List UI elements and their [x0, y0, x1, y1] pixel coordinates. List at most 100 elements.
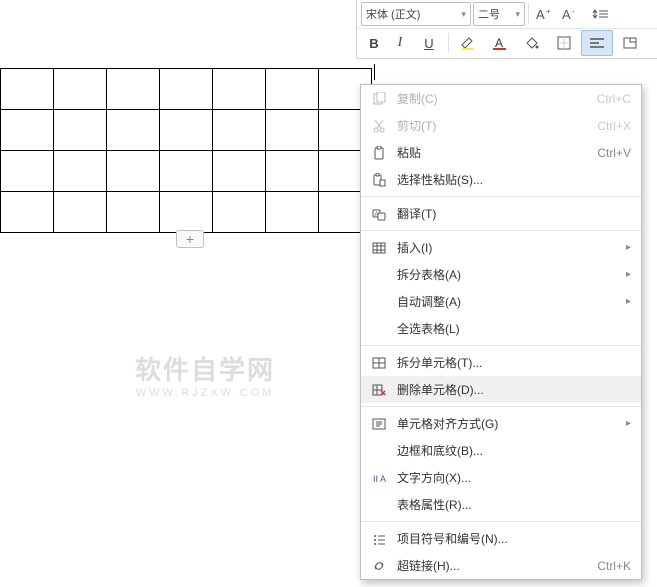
menu-label: 单元格对齐方式(G)	[397, 415, 622, 432]
svg-text:A: A	[375, 212, 379, 218]
table-cell[interactable]	[54, 110, 107, 151]
document-table[interactable]	[0, 68, 372, 233]
menu-item-split-table[interactable]: 拆分表格(A) ▸	[361, 261, 641, 288]
menu-label: 选择性粘贴(S)...	[397, 171, 631, 188]
font-family-select[interactable]: 宋体 (正文) ▾	[361, 2, 471, 26]
table-cell[interactable]	[54, 192, 107, 233]
table-cell[interactable]	[54, 151, 107, 192]
table-cell[interactable]	[266, 110, 319, 151]
highlight-button[interactable]	[453, 31, 483, 55]
menu-item-translate[interactable]: A 翻译(T)	[361, 200, 641, 227]
line-spacing-icon	[591, 7, 609, 21]
table-cell[interactable]	[266, 151, 319, 192]
watermark: 软件自学网 WWW.RJZXW.COM	[105, 350, 305, 399]
bold-button[interactable]: B	[362, 31, 386, 55]
text-direction-icon: IIA	[369, 471, 389, 485]
svg-text:A: A	[536, 7, 545, 22]
cell-align-icon	[369, 417, 389, 431]
line-spacing-button[interactable]	[585, 2, 615, 26]
table-cell[interactable]	[213, 192, 266, 233]
table-cell[interactable]	[160, 69, 213, 110]
borders-icon	[556, 35, 572, 51]
table-cell[interactable]	[160, 151, 213, 192]
decrease-font-button[interactable]: A-	[559, 2, 583, 26]
menu-label: 粘贴	[397, 144, 597, 161]
table-cell[interactable]	[1, 192, 54, 233]
menu-item-split-cells[interactable]: 拆分单元格(T)...	[361, 349, 641, 376]
toolbar-row-2: B I U A	[357, 29, 657, 57]
borders-button[interactable]	[549, 31, 579, 55]
context-menu: 复制(C) Ctrl+C 剪切(T) Ctrl+X 粘贴 Ctrl+V 选择性粘…	[360, 84, 642, 580]
menu-item-paste-special[interactable]: 选择性粘贴(S)...	[361, 166, 641, 193]
table-cell[interactable]	[266, 69, 319, 110]
table-cell[interactable]	[107, 151, 160, 192]
underline-button[interactable]: U	[414, 31, 444, 55]
menu-label: 翻译(T)	[397, 205, 631, 222]
paragraph-layout-button[interactable]	[615, 31, 645, 55]
svg-text:-: -	[572, 7, 575, 16]
shading-button[interactable]	[517, 31, 547, 55]
table-cell[interactable]	[213, 69, 266, 110]
menu-label: 超链接(H)...	[397, 557, 597, 574]
table-cell[interactable]	[266, 192, 319, 233]
font-family-value: 宋体 (正文)	[366, 6, 420, 22]
hyperlink-icon	[369, 559, 389, 573]
menu-item-select-table[interactable]: 全选表格(L)	[361, 315, 641, 342]
menu-item-table-properties[interactable]: 表格属性(R)...	[361, 491, 641, 518]
table-cell[interactable]	[160, 110, 213, 151]
bullets-icon	[369, 532, 389, 546]
add-row-button[interactable]: +	[176, 230, 204, 248]
font-size-select[interactable]: 二号 ▾	[473, 2, 525, 26]
table-cell[interactable]	[107, 110, 160, 151]
separator	[528, 4, 529, 24]
table-cell[interactable]	[213, 110, 266, 151]
svg-text:A: A	[562, 7, 571, 22]
svg-text:A: A	[495, 36, 503, 50]
paste-special-icon	[369, 173, 389, 187]
table-cell[interactable]	[213, 151, 266, 192]
menu-label: 剪切(T)	[397, 117, 597, 134]
increase-font-button[interactable]: A+	[533, 2, 557, 26]
svg-text:A: A	[380, 474, 386, 484]
menu-item-hyperlink[interactable]: 超链接(H)... Ctrl+K	[361, 552, 641, 579]
menu-label: 删除单元格(D)...	[397, 381, 631, 398]
table-row	[1, 110, 372, 151]
menu-item-insert[interactable]: 插入(I) ▸	[361, 234, 641, 261]
menu-item-text-direction[interactable]: IIA 文字方向(X)...	[361, 464, 641, 491]
menu-item-cut[interactable]: 剪切(T) Ctrl+X	[361, 112, 641, 139]
font-size-value: 二号	[478, 6, 500, 22]
menu-item-paste[interactable]: 粘贴 Ctrl+V	[361, 139, 641, 166]
formatting-toolbar: 宋体 (正文) ▾ 二号 ▾ A+ A- B I U A	[356, 0, 657, 59]
table-row	[1, 192, 372, 233]
menu-item-copy[interactable]: 复制(C) Ctrl+C	[361, 85, 641, 112]
chevron-down-icon: ▾	[515, 9, 520, 20]
font-color-icon: A	[491, 35, 509, 51]
table-cell[interactable]	[107, 192, 160, 233]
split-cells-icon	[369, 356, 389, 370]
increase-font-icon: A+	[536, 6, 554, 22]
menu-label: 插入(I)	[397, 239, 622, 256]
menu-label: 拆分表格(A)	[397, 266, 622, 283]
menu-item-autofit[interactable]: 自动调整(A) ▸	[361, 288, 641, 315]
chevron-down-icon: ▾	[461, 9, 466, 20]
table-cell[interactable]	[54, 69, 107, 110]
menu-label: 边框和底纹(B)...	[397, 442, 631, 459]
table-row	[1, 69, 372, 110]
table-cell[interactable]	[107, 69, 160, 110]
italic-button[interactable]: I	[388, 31, 412, 55]
menu-item-bullets[interactable]: 项目符号和编号(N)...	[361, 525, 641, 552]
table-cell[interactable]	[1, 151, 54, 192]
table-cell[interactable]	[1, 69, 54, 110]
table-cell[interactable]	[160, 192, 213, 233]
menu-item-cell-align[interactable]: 单元格对齐方式(G) ▸	[361, 410, 641, 437]
table-cell[interactable]	[1, 110, 54, 151]
cut-icon	[369, 119, 389, 133]
menu-label: 自动调整(A)	[397, 293, 622, 310]
menu-label: 表格属性(R)...	[397, 496, 631, 513]
align-button[interactable]	[581, 30, 613, 56]
paint-bucket-icon	[523, 35, 541, 51]
paste-icon	[369, 146, 389, 160]
font-color-button[interactable]: A	[485, 31, 515, 55]
menu-item-delete-cells[interactable]: 删除单元格(D)...	[361, 376, 641, 403]
menu-item-borders[interactable]: 边框和底纹(B)...	[361, 437, 641, 464]
